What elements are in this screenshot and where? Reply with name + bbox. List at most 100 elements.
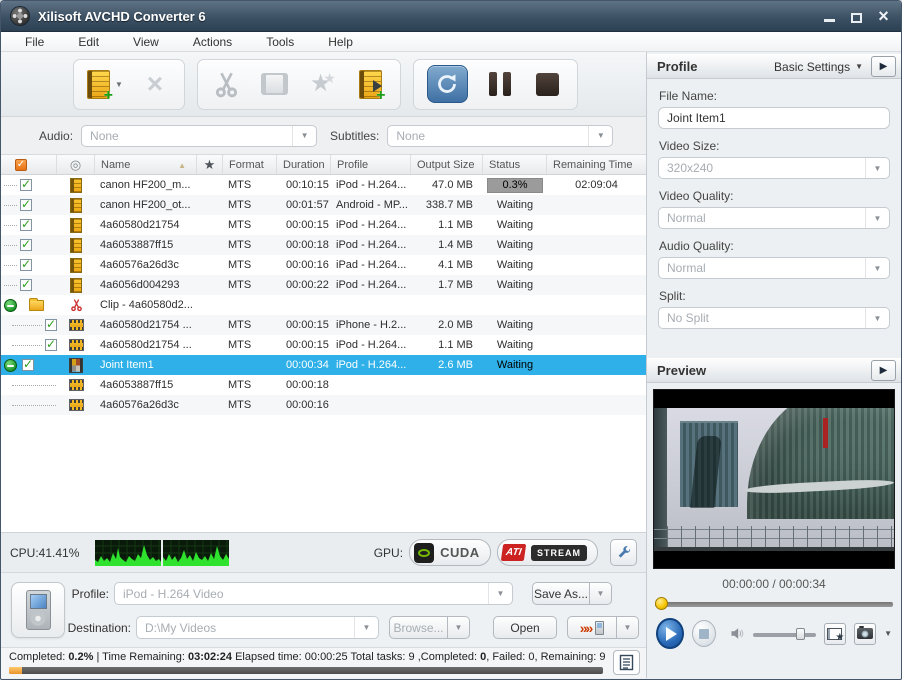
chevron-down-icon[interactable] (865, 308, 889, 328)
audio-quality-select[interactable]: Normal (658, 257, 890, 279)
crop-icon (261, 73, 288, 95)
file-name-input[interactable]: Joint Item1 (658, 107, 890, 129)
audio-select[interactable]: None (81, 125, 317, 147)
collapse-button[interactable] (4, 299, 17, 312)
preview-stop-button[interactable] (692, 620, 716, 647)
table-header: Name Format Duration Profile Output Size… (1, 155, 646, 175)
row-checkbox[interactable] (20, 219, 32, 231)
gpu-settings-button[interactable] (610, 539, 637, 566)
cuda-button[interactable]: CUDA (409, 539, 491, 566)
volume-icon[interactable] (730, 626, 745, 641)
effects-button[interactable]: ★★ (307, 63, 339, 105)
open-button[interactable]: Open (493, 616, 557, 639)
transfer-to-device-button[interactable]: »» (567, 616, 617, 639)
table-row[interactable]: 4a60580d21754 ...MTS00:00:15iPhone - H.2… (1, 315, 646, 335)
seek-track[interactable] (655, 602, 893, 607)
table-row[interactable]: canon HF200_m...MTS00:10:15iPod - H.264.… (1, 175, 646, 195)
row-checkbox[interactable] (20, 239, 32, 251)
collapse-button[interactable] (4, 359, 17, 372)
row-checkbox[interactable] (20, 259, 32, 271)
row-checkbox[interactable] (20, 179, 32, 191)
table-row[interactable]: canon HF200_ot...MTS00:01:57Android - MP… (1, 195, 646, 215)
table-row[interactable]: Clip - 4a60580d2... (1, 295, 646, 315)
row-checkbox[interactable] (20, 279, 32, 291)
ati-stream-button[interactable]: ATI STREAM (497, 539, 598, 566)
browse-button[interactable]: Browse... (389, 616, 448, 639)
seek-slider[interactable] (655, 597, 893, 611)
profile-expand-button[interactable] (871, 56, 896, 77)
chevron-down-icon[interactable] (865, 208, 889, 228)
stop-button[interactable] (532, 63, 564, 105)
crop-button[interactable] (259, 63, 291, 105)
menu-view[interactable]: View (133, 35, 159, 49)
preview-expand-button[interactable] (871, 360, 896, 381)
table-row[interactable]: 4a60576a26d3cMTS00:00:16 (1, 395, 646, 415)
header-star[interactable] (197, 155, 223, 174)
volume-track[interactable] (753, 633, 816, 637)
header-duration[interactable]: Duration (277, 155, 331, 174)
table-row[interactable]: Joint Item100:00:34iPod - H.264...2.6 MB… (1, 355, 646, 375)
chevron-down-icon[interactable] (588, 126, 612, 146)
row-checkbox[interactable] (45, 339, 57, 351)
header-checkbox-cell[interactable] (1, 155, 57, 174)
snapshot-button[interactable] (854, 623, 876, 645)
table-row[interactable]: 4a60580d21754MTS00:00:15iPod - H.264...1… (1, 215, 646, 235)
header-media-icon[interactable] (57, 155, 95, 174)
play-button[interactable] (656, 618, 684, 649)
table-row[interactable]: 4a6053887ff15MTS00:00:18 (1, 375, 646, 395)
header-profile[interactable]: Profile (331, 155, 411, 174)
select-all-checkbox[interactable] (15, 159, 27, 171)
basic-settings-dropdown[interactable]: Basic Settings (774, 60, 863, 74)
menu-edit[interactable]: Edit (78, 35, 99, 49)
save-as-button[interactable]: Save As... (532, 582, 590, 605)
add-file-button[interactable]: + ▼ (87, 63, 123, 105)
add-output-profile-button[interactable]: + (355, 63, 387, 105)
table-row[interactable]: 4a6053887ff15MTS00:00:18iPod - H.264...1… (1, 235, 646, 255)
details-button[interactable] (613, 650, 640, 675)
video-quality-select[interactable]: Normal (658, 207, 890, 229)
chevron-down-icon[interactable] (354, 617, 378, 638)
table-row[interactable]: 4a6056d004293MTS00:00:22iPod - H.264...1… (1, 275, 646, 295)
table-row[interactable]: 4a60580d21754 ...MTS00:00:15iPod - H.264… (1, 335, 646, 355)
video-size-select[interactable]: 320x240 (658, 157, 890, 179)
header-output-size[interactable]: Output Size (411, 155, 483, 174)
audio-value: None (82, 129, 292, 143)
chevron-down-icon[interactable] (488, 583, 512, 604)
header-remaining-time[interactable]: Remaining Time (547, 155, 646, 174)
convert-button[interactable] (427, 65, 468, 103)
clip-button[interactable] (211, 63, 243, 105)
snapshot-menu-caret[interactable]: ▼ (884, 629, 892, 638)
browse-menu-button[interactable] (448, 616, 470, 639)
transfer-menu-button[interactable] (617, 616, 639, 639)
table-row[interactable]: 4a60576a26d3cMTS00:00:16iPad - H.264...4… (1, 255, 646, 275)
menu-help[interactable]: Help (328, 35, 353, 49)
menu-file[interactable]: File (25, 35, 44, 49)
row-checkbox[interactable] (45, 319, 57, 331)
subtitles-select[interactable]: None (387, 125, 613, 147)
row-checkbox[interactable] (22, 359, 34, 371)
seek-knob[interactable] (655, 597, 668, 610)
chevron-down-icon[interactable] (292, 126, 316, 146)
snapshot-folder-button[interactable] (824, 623, 846, 645)
minimize-button[interactable] (822, 9, 837, 23)
header-status[interactable]: Status (483, 155, 547, 174)
header-format[interactable]: Format (223, 155, 277, 174)
menu-actions[interactable]: Actions (193, 35, 232, 49)
close-button[interactable]: × (876, 9, 891, 23)
profile-panel-title: Profile (657, 59, 697, 74)
menu-tools[interactable]: Tools (266, 35, 294, 49)
chevron-down-icon[interactable] (865, 258, 889, 278)
save-as-menu-button[interactable] (590, 582, 612, 605)
maximize-button[interactable] (849, 9, 864, 23)
row-checkbox[interactable] (20, 199, 32, 211)
pause-button[interactable] (484, 63, 516, 105)
header-name[interactable]: Name (95, 155, 197, 174)
destination-select[interactable]: D:\My Videos (136, 616, 379, 639)
output-profile-select[interactable]: iPod - H.264 Video (114, 582, 513, 605)
delete-button[interactable]: × (139, 63, 171, 105)
volume-handle[interactable] (796, 628, 805, 640)
chevron-down-icon[interactable] (865, 158, 889, 178)
volume-slider[interactable] (753, 627, 816, 641)
cell-status: Waiting (483, 239, 547, 251)
split-select[interactable]: No Split (658, 307, 890, 329)
